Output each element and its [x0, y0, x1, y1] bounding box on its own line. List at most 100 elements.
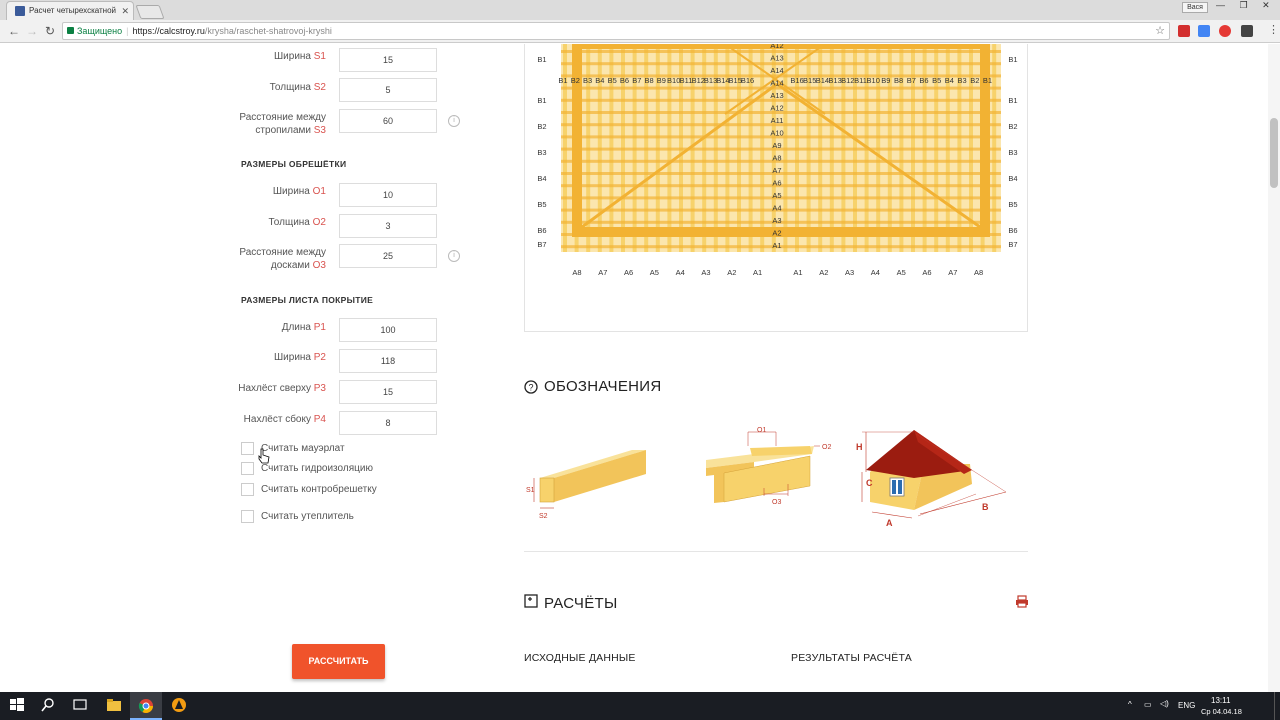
b-label: B [982, 502, 989, 512]
a-label: A12 [770, 44, 783, 50]
clock-time[interactable]: 13:11 [1211, 696, 1230, 705]
checkbox-label[interactable]: Считать гидроизоляцию [261, 463, 373, 474]
file-explorer-icon[interactable] [106, 697, 122, 713]
b-label: B1 [537, 55, 546, 64]
lathing-spacing-input[interactable]: 25 [339, 244, 437, 268]
b-label: B5 [537, 200, 546, 209]
reload-icon[interactable]: ↻ [45, 24, 55, 38]
info-icon[interactable]: i [448, 115, 460, 127]
a-label: A3 [772, 216, 781, 225]
b-label: B6 [620, 76, 629, 85]
c-label: C [866, 478, 873, 488]
checkbox-label[interactable]: Считать утеплитель [261, 511, 354, 522]
url-path: /krysha/raschet-shatrovoj-kryshi [204, 26, 332, 36]
chat-ext-icon[interactable] [1241, 25, 1253, 37]
b-label: B11 [854, 76, 867, 85]
browser-tab[interactable]: Расчет четырехскатной ✕ [6, 1, 134, 20]
show-desktop-button[interactable] [1274, 692, 1280, 720]
divider [524, 551, 1028, 552]
network-icon[interactable]: ▭ [1144, 700, 1152, 709]
bookmark-star-icon[interactable]: ☆ [1155, 23, 1165, 39]
scrollbar-thumb[interactable] [1270, 118, 1278, 188]
a-label: A6 [922, 268, 931, 277]
b-label: B9 [657, 76, 666, 85]
counter-lathing-checkbox[interactable] [241, 483, 254, 496]
o2-label: O2 [822, 444, 831, 451]
a-label: A14 [770, 66, 783, 75]
url-host: https://calcstroy.ru [132, 26, 205, 36]
mauerlat-checkbox[interactable] [241, 442, 254, 455]
a-label: A12 [770, 104, 783, 113]
sheet-overlap-side-input[interactable]: 8 [339, 411, 437, 435]
batten-horizontal [561, 62, 1001, 66]
b-label: B13 [828, 76, 841, 85]
app-icon[interactable] [171, 697, 187, 713]
language-indicator[interactable]: ENG [1178, 701, 1195, 710]
tray-chevron-icon[interactable]: ^ [1128, 700, 1132, 709]
page-content: Ширина S1 15 Толщина S2 5 Расстояние меж… [0, 44, 1280, 692]
search-icon[interactable] [40, 697, 56, 713]
field-label-s2: Толщина S2 [269, 82, 326, 93]
insulation-checkbox[interactable] [241, 510, 254, 523]
b-label: B3 [958, 76, 967, 85]
new-tab-button[interactable] [135, 5, 165, 19]
field-label-p4: Нахлёст сбоку P4 [243, 414, 326, 425]
checkbox-label[interactable]: Считать контробрешетку [261, 484, 377, 495]
lathing-thickness-input[interactable]: 3 [339, 214, 437, 238]
sheet-length-input[interactable]: 100 [339, 318, 437, 342]
b-label: B1 [983, 76, 992, 85]
results-heading: РЕЗУЛЬТАТЫ РАСЧЁТА [791, 652, 912, 664]
pdf-ext-icon[interactable] [1178, 25, 1190, 37]
volume-icon[interactable]: ◁) [1160, 699, 1169, 708]
o1-label: O1 [757, 427, 766, 434]
browser-menu-icon[interactable]: ⋮ [1268, 23, 1279, 36]
rafter-spacing-input[interactable]: 60 [339, 109, 437, 133]
lathing-width-input[interactable]: 10 [339, 183, 437, 207]
sheet-width-input[interactable]: 118 [339, 349, 437, 373]
boards-legend-image: O1 O2 O3 [706, 427, 831, 506]
info-icon[interactable]: i [448, 250, 460, 262]
waterproofing-checkbox[interactable] [241, 462, 254, 475]
rafter-thickness-input[interactable]: 5 [339, 78, 437, 102]
tab-strip: Расчет четырехскатной ✕ Вася — ❐ ✕ [0, 0, 1280, 20]
b-label: B15 [803, 76, 816, 85]
os-taskbar: ^ ▭ ◁) ENG 13:11 Ср 04.04.18 [0, 692, 1280, 720]
sheet-overlap-top-input[interactable]: 15 [339, 380, 437, 404]
b-label: B12 [841, 76, 854, 85]
profile-button[interactable]: Вася [1182, 2, 1208, 13]
a-label: A5 [772, 191, 781, 200]
b-label: B1 [558, 76, 567, 85]
roof-scheme-drawing: B1 B2 B3 B4 B5 B6 B7 B8 B9 B10 B11 B12B13B14B15B16 B… [537, 44, 1018, 277]
tab-close-icon[interactable]: ✕ [121, 2, 129, 20]
task-view-icon[interactable] [72, 697, 88, 713]
rafter-width-input[interactable]: 15 [339, 48, 437, 72]
checkbox-label[interactable]: Считать мауэрлат [261, 443, 345, 454]
a-label: A13 [770, 54, 783, 63]
b-label: B1 [537, 96, 546, 105]
b-label: B5 [932, 76, 941, 85]
clock-date[interactable]: Ср 04.04.18 [1201, 707, 1242, 716]
chrome-icon[interactable] [138, 698, 154, 714]
forward-arrow-icon[interactable]: → [26, 24, 38, 38]
a-label: A7 [772, 166, 781, 175]
translate-ext-icon[interactable] [1198, 25, 1210, 37]
b-label: B10 [667, 76, 680, 85]
b-label: B8 [645, 76, 654, 85]
back-arrow-icon[interactable]: ← [8, 24, 20, 38]
calculate-button[interactable]: РАССЧИТАТЬ [292, 644, 385, 679]
a-label: A10 [770, 129, 783, 138]
field-label-s3: Расстояние между стропилами S3 [239, 112, 326, 136]
h-label: H [856, 442, 863, 452]
print-icon[interactable] [1015, 595, 1029, 608]
a-label: A1 [793, 268, 802, 277]
b-label: B9 [881, 76, 890, 85]
b-label: B16 [741, 76, 754, 85]
windows-start-icon[interactable] [9, 697, 25, 713]
window-controls[interactable]: — ❐ ✕ [1216, 0, 1276, 11]
field-label-o1: Ширина O1 [272, 186, 326, 197]
b-label: B1 [1008, 55, 1017, 64]
address-bar[interactable]: Защищено | https://calcstroy.ru/krysha/ras… [62, 22, 1170, 40]
page-scrollbar[interactable] [1268, 44, 1280, 692]
tab-title: Расчет четырехскатной [29, 6, 117, 15]
abp-ext-icon[interactable] [1219, 25, 1231, 37]
